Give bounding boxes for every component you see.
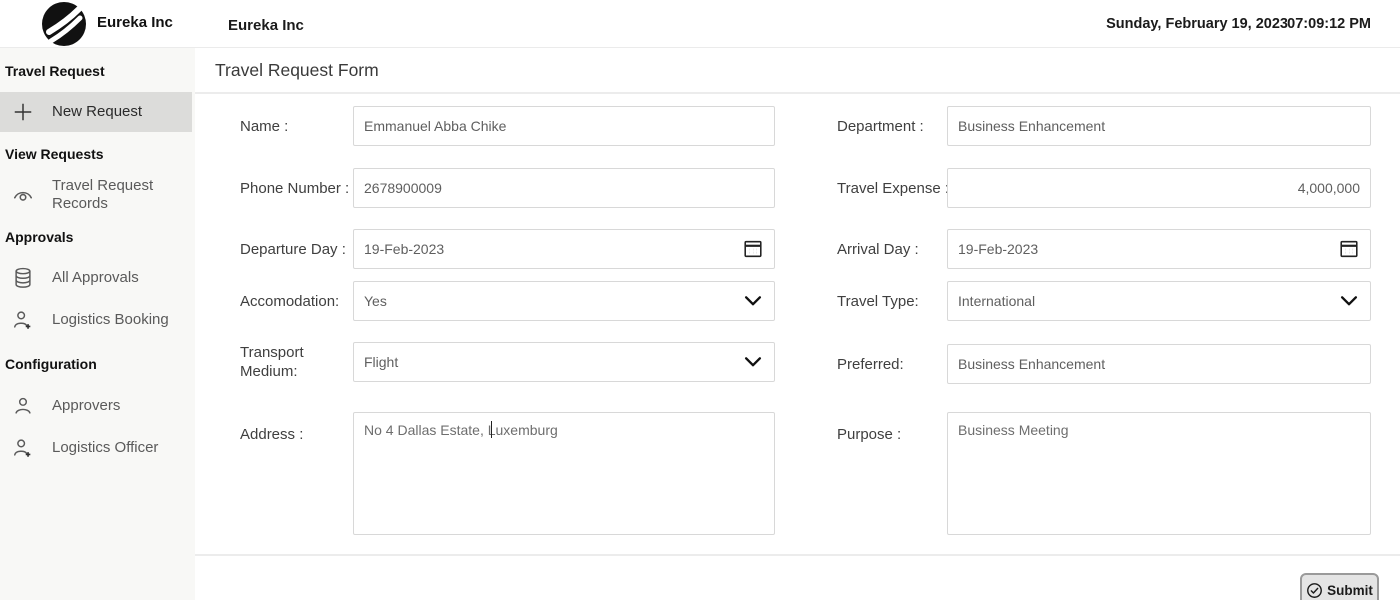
preferred-field[interactable] xyxy=(947,344,1371,384)
calendar-icon[interactable] xyxy=(742,238,764,260)
address-textarea[interactable]: No 4 Dallas Estate, Luxemburg xyxy=(354,413,774,534)
travel-expense-label: Travel Expense : xyxy=(837,168,949,208)
address-label: Address : xyxy=(240,420,303,448)
person-icon xyxy=(12,395,34,417)
header-date: Sunday, February 19, 2023 xyxy=(1106,16,1288,32)
sidebar-item-label: New Request xyxy=(52,103,142,121)
department-label: Department : xyxy=(837,106,924,146)
accommodation-dropdown[interactable] xyxy=(353,281,775,321)
plus-icon xyxy=(12,101,34,123)
footer-divider xyxy=(195,554,1400,556)
name-input[interactable] xyxy=(354,107,774,145)
name-label: Name : xyxy=(240,106,288,146)
sidebar-item-label: Travel Request Records xyxy=(52,177,177,213)
department-input[interactable] xyxy=(948,107,1370,145)
sidebar-item-new-request[interactable]: New Request xyxy=(0,92,192,132)
header-time: 07:09:12 PM xyxy=(1287,16,1371,32)
department-field[interactable] xyxy=(947,106,1371,146)
departure-day-label: Departure Day : xyxy=(240,229,346,269)
submit-button-label: Submit xyxy=(1327,583,1373,598)
phone-number-input[interactable] xyxy=(354,169,774,207)
travel-type-dropdown[interactable] xyxy=(947,281,1371,321)
purpose-label: Purpose : xyxy=(837,420,901,448)
company-logo-icon xyxy=(42,2,86,46)
arrival-day-input[interactable] xyxy=(948,230,1370,268)
sidebar-heading-view-requests: View Requests xyxy=(5,146,104,162)
eye-icon xyxy=(12,184,34,206)
app-window: Eureka Inc Eureka Inc Sunday, February 1… xyxy=(0,0,1400,600)
page-title: Travel Request Form xyxy=(215,60,379,81)
sidebar-item-label: Logistics Officer xyxy=(52,439,158,457)
sidebar-item-label: Logistics Booking xyxy=(52,311,169,329)
travel-expense-field[interactable] xyxy=(947,168,1371,208)
sidebar: Travel Request New Request View Requests… xyxy=(0,48,195,600)
travel-type-value[interactable] xyxy=(948,282,1370,320)
purpose-field[interactable]: Business Meeting xyxy=(947,412,1371,535)
title-divider xyxy=(195,92,1400,94)
app-header: Eureka Inc Eureka Inc Sunday, February 1… xyxy=(0,0,1400,48)
company-logo-text: Eureka Inc xyxy=(97,14,173,31)
preferred-label: Preferred: xyxy=(837,344,904,384)
person-add-icon xyxy=(12,437,34,459)
sidebar-heading-travel-request: Travel Request xyxy=(5,63,105,79)
name-field[interactable] xyxy=(353,106,775,146)
transport-medium-dropdown[interactable] xyxy=(353,342,775,382)
sidebar-item-travel-request-records[interactable]: Travel Request Records xyxy=(0,172,192,218)
database-icon xyxy=(12,267,34,289)
person-add-icon xyxy=(12,309,34,331)
arrival-day-field[interactable] xyxy=(947,229,1371,269)
accommodation-value[interactable] xyxy=(354,282,774,320)
sidebar-item-approvers[interactable]: Approvers xyxy=(0,386,192,426)
transport-medium-label: Transport Medium: xyxy=(240,342,335,382)
arrival-day-label: Arrival Day : xyxy=(837,229,919,269)
main-content: Travel Request Form Name : Department : … xyxy=(195,48,1400,600)
address-field[interactable]: No 4 Dallas Estate, Luxemburg xyxy=(353,412,775,535)
chevron-down-icon[interactable] xyxy=(742,351,764,373)
sidebar-heading-approvals: Approvals xyxy=(5,229,73,245)
transport-medium-value[interactable] xyxy=(354,343,774,381)
departure-day-input[interactable] xyxy=(354,230,774,268)
submit-button[interactable]: Submit xyxy=(1300,573,1379,600)
sidebar-item-label: All Approvals xyxy=(52,269,139,287)
travel-type-label: Travel Type: xyxy=(837,281,919,321)
sidebar-heading-configuration: Configuration xyxy=(5,356,97,372)
app-title: Eureka Inc xyxy=(228,17,304,34)
phone-number-label: Phone Number : xyxy=(240,168,349,208)
sidebar-item-logistics-booking[interactable]: Logistics Booking xyxy=(0,300,192,340)
text-caret xyxy=(491,421,492,438)
sidebar-item-all-approvals[interactable]: All Approvals xyxy=(0,258,192,298)
calendar-icon[interactable] xyxy=(1338,238,1360,260)
chevron-down-icon[interactable] xyxy=(1338,290,1360,312)
purpose-textarea[interactable]: Business Meeting xyxy=(948,413,1370,534)
accommodation-label: Accomodation: xyxy=(240,281,339,321)
travel-expense-input[interactable] xyxy=(948,169,1370,207)
sidebar-item-logistics-officer[interactable]: Logistics Officer xyxy=(0,428,192,468)
departure-day-field[interactable] xyxy=(353,229,775,269)
sidebar-item-label: Approvers xyxy=(52,397,120,415)
check-circle-icon xyxy=(1306,582,1323,599)
phone-number-field[interactable] xyxy=(353,168,775,208)
chevron-down-icon[interactable] xyxy=(742,290,764,312)
preferred-input[interactable] xyxy=(948,345,1370,383)
